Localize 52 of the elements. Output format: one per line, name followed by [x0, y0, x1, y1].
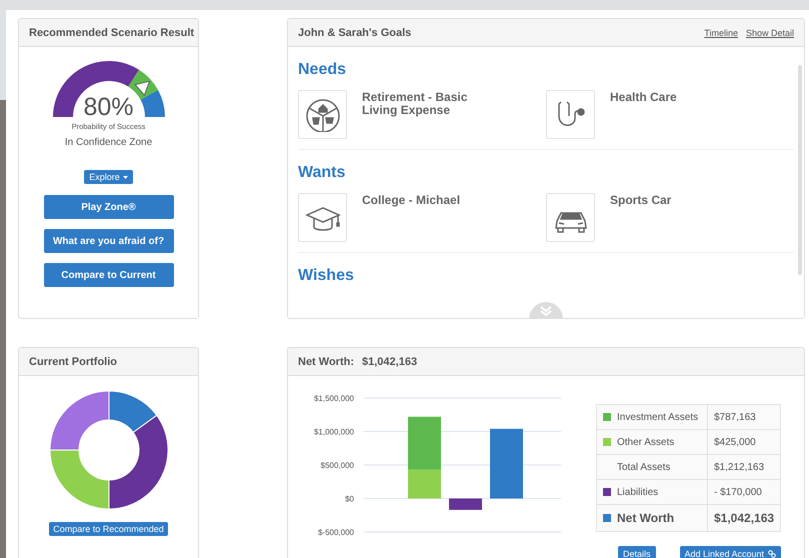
- axis-tick-label: $-500,000: [318, 528, 354, 537]
- caret-icon: [122, 176, 128, 178]
- scrollbar[interactable]: [798, 65, 802, 275]
- double-chevron-icon: [540, 306, 552, 316]
- action-button[interactable]: Compare to Current: [44, 263, 174, 287]
- goal-category-title: Wants: [298, 164, 346, 182]
- goal-name[interactable]: Sports Car: [610, 194, 730, 242]
- axis-tick-label: $0: [345, 494, 354, 504]
- goal-icon-tile[interactable]: [546, 193, 595, 242]
- legend-label: Total Assets: [617, 462, 670, 472]
- header-link[interactable]: Timeline: [704, 28, 738, 38]
- legend-label: Liabilities: [617, 486, 658, 498]
- legend-label: Investment Assets: [617, 412, 698, 422]
- axis-tick-label: $1,000,000: [314, 428, 354, 436]
- goal-name[interactable]: College - Michael: [362, 194, 482, 242]
- gauge-marker-icon: [134, 80, 150, 96]
- goal-icon-tile[interactable]: [546, 90, 595, 139]
- compare-button[interactable]: Compare to Recommended: [49, 522, 168, 536]
- table-cell: $1,042,163: [708, 504, 781, 532]
- net-worth-amount: $1,042,163: [362, 356, 418, 368]
- success-percentage: 80%: [83, 93, 134, 122]
- car-icon: [554, 212, 586, 232]
- stethoscope-icon: [558, 100, 584, 126]
- card-title: Net Worth:: [298, 356, 354, 368]
- table-cell: - $170,000: [708, 480, 781, 504]
- action-button[interactable]: What are you afraid of?: [44, 229, 174, 253]
- zone-status: In Confidence Zone: [64, 137, 152, 148]
- details-button[interactable]: Details: [618, 546, 656, 558]
- goal-category-title: Needs: [298, 61, 348, 79]
- legend-label: Other Assets: [617, 436, 674, 448]
- link-icon: [768, 550, 776, 558]
- header-link[interactable]: Show Detail: [746, 28, 794, 38]
- table-cell: $787,163: [708, 404, 781, 430]
- table-cell: $425,000: [708, 430, 781, 454]
- legend-label: Net Worth: [617, 511, 674, 525]
- card-title: Recommended Scenario Result: [29, 26, 194, 38]
- goal-category-title: Wishes: [298, 267, 355, 285]
- goal-name[interactable]: Retirement - Basic Living Expense: [362, 91, 482, 139]
- explore-dropdown[interactable]: Explore: [84, 170, 133, 184]
- card-title: Current Portfolio: [29, 356, 117, 368]
- chart-bar: [490, 428, 523, 498]
- add-account-button[interactable]: Add Linked Account: [680, 546, 782, 558]
- graduation-cap-icon: [304, 206, 340, 230]
- goal-icon-tile[interactable]: [298, 193, 347, 242]
- axis-tick-label: $1,500,000: [314, 394, 354, 403]
- table-cell: $1,212,163: [708, 454, 781, 480]
- card-title: John & Sarah's Goals: [298, 26, 412, 38]
- action-button[interactable]: Play Zone®: [44, 195, 174, 219]
- axis-tick-label: $500,000: [320, 461, 354, 470]
- chart-bar: [449, 498, 482, 510]
- goal-icon-tile[interactable]: [298, 90, 347, 139]
- goal-name[interactable]: Health Care: [610, 91, 730, 139]
